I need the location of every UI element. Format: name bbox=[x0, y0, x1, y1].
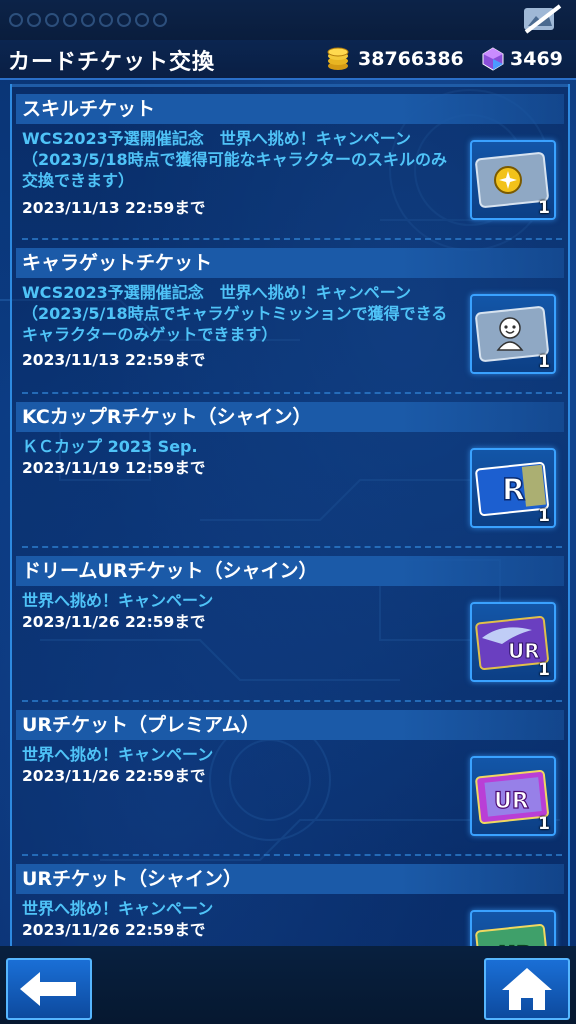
ticket-item-ur-premium[interactable]: URチケット（プレミアム） 世界へ挑め！キャンペーン 2023/11/26 22… bbox=[16, 704, 564, 856]
ticket-deadline: 2023/11/13 22:59まで bbox=[22, 199, 206, 217]
ticket-title: URチケット（シャイン） bbox=[16, 864, 564, 894]
gem-currency: 3469 bbox=[482, 46, 563, 72]
ur-premium-ticket-button[interactable]: UR 1 bbox=[470, 756, 556, 836]
ticket-title: URチケット（プレミアム） bbox=[16, 710, 564, 740]
ticket-item-ur-shine[interactable]: URチケット（シャイン） 世界へ挑め！キャンペーン 2023/11/26 22:… bbox=[16, 858, 564, 946]
ticket-description: ＫＣカップ 2023 Sep. bbox=[22, 437, 198, 456]
ticket-quantity: 1 bbox=[538, 506, 550, 526]
ticket-description: 世界へ挑め！キャンペーン bbox=[22, 899, 214, 918]
ticket-title: キャラゲットチケット bbox=[16, 248, 564, 278]
r-ticket-button[interactable]: R 1 bbox=[470, 448, 556, 528]
ticket-quantity: 1 bbox=[538, 352, 550, 372]
ticket-deadline: 2023/11/19 12:59まで bbox=[22, 459, 206, 477]
ticket-deadline: 2023/11/26 22:59まで bbox=[22, 767, 206, 785]
ur-shine-ticket-button[interactable]: UR 1 bbox=[470, 910, 556, 946]
left-arrow-icon bbox=[20, 972, 76, 1006]
dream-ur-ticket-button[interactable]: UR 1 bbox=[470, 602, 556, 682]
ticket-title: KCカップRチケット（シャイン） bbox=[16, 402, 564, 432]
ticket-description: WCS2023予選開催記念 世界へ挑め！キャンペーン（2023/5/18時点で獲… bbox=[22, 129, 447, 190]
header-bar: カードチケット交換 38766386 3469 bbox=[0, 40, 576, 80]
divider bbox=[22, 854, 562, 856]
gem-icon bbox=[482, 47, 504, 71]
ticket-quantity: 1 bbox=[538, 814, 550, 834]
gold-amount: 38766386 bbox=[358, 48, 464, 70]
ticket-deadline: 2023/11/26 22:59まで bbox=[22, 613, 206, 631]
dream-ur-ticket-label: UR bbox=[508, 639, 540, 663]
skill-ticket-button[interactable]: 1 bbox=[470, 140, 556, 220]
ticket-deadline: 2023/11/26 22:59まで bbox=[22, 921, 206, 939]
gold-coin-icon bbox=[327, 47, 349, 70]
ticket-quantity: 1 bbox=[538, 198, 550, 218]
ur-shine-ticket-icon: UR bbox=[475, 923, 549, 946]
ticket-item-skill[interactable]: スキルチケット WCS2023予選開催記念 世界へ挑め！キャンペーン（2023/… bbox=[16, 88, 564, 240]
ur-premium-ticket-label: UR bbox=[494, 789, 529, 814]
ticket-description: 世界へ挑め！キャンペーン bbox=[22, 745, 214, 764]
home-button[interactable] bbox=[484, 958, 570, 1020]
back-button[interactable] bbox=[6, 958, 92, 1020]
home-icon bbox=[502, 968, 552, 1010]
hidden-feature-icon[interactable] bbox=[522, 4, 562, 36]
status-bar bbox=[0, 0, 576, 40]
ticket-quantity: 1 bbox=[538, 660, 550, 680]
divider bbox=[22, 700, 562, 702]
gold-currency: 38766386 bbox=[326, 46, 464, 72]
ticket-deadline: 2023/11/13 22:59まで bbox=[22, 351, 206, 369]
gem-amount: 3469 bbox=[510, 48, 563, 70]
divider bbox=[22, 546, 562, 548]
ticket-title: ドリームURチケット（シャイン） bbox=[16, 556, 564, 586]
r-ticket-label: R bbox=[502, 473, 525, 508]
ticket-list[interactable]: スキルチケット WCS2023予選開催記念 世界へ挑め！キャンペーン（2023/… bbox=[10, 84, 570, 946]
divider bbox=[22, 238, 562, 240]
divider bbox=[22, 392, 562, 394]
chain-decoration bbox=[9, 13, 167, 27]
footer-bar bbox=[0, 946, 576, 1024]
ticket-description: WCS2023予選開催記念 世界へ挑め！キャンペーン（2023/5/18時点でキ… bbox=[22, 283, 448, 344]
ticket-title: スキルチケット bbox=[16, 94, 564, 124]
page-title: カードチケット交換 bbox=[8, 50, 216, 75]
ticket-item-character[interactable]: キャラゲットチケット WCS2023予選開催記念 世界へ挑め！キャンペーン（20… bbox=[16, 242, 564, 394]
ticket-item-kc-cup-r[interactable]: KCカップRチケット（シャイン） ＫＣカップ 2023 Sep. 2023/11… bbox=[16, 396, 564, 548]
character-ticket-button[interactable]: 1 bbox=[470, 294, 556, 374]
ticket-item-dream-ur[interactable]: ドリームURチケット（シャイン） 世界へ挑め！キャンペーン 2023/11/26… bbox=[16, 550, 564, 702]
ticket-description: 世界へ挑め！キャンペーン bbox=[22, 591, 214, 610]
